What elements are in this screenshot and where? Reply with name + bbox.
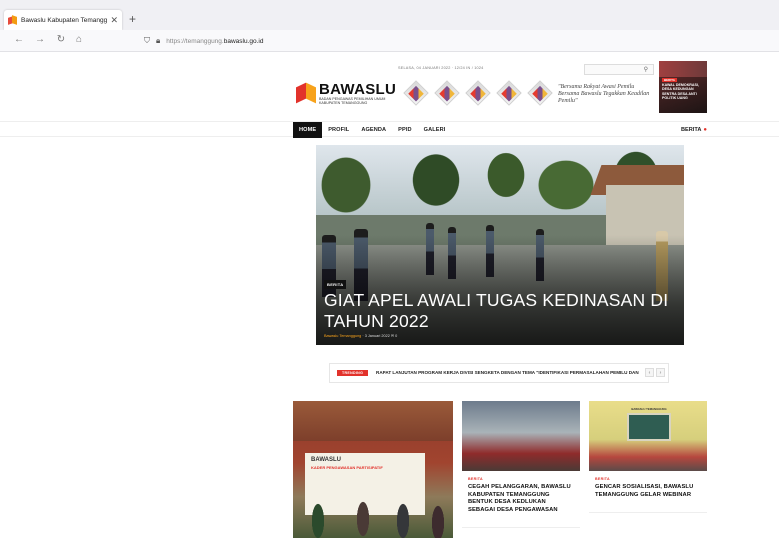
browser-tab[interactable]: Bawaslu Kabupaten Temanggung ✕: [4, 10, 122, 30]
post-category[interactable]: BERITA: [595, 477, 701, 481]
banner-subtitle: KADER PENGAWASAN PARTISIPATIF: [311, 465, 383, 470]
site-logo[interactable]: BAWASLU BADAN PENGAWAS PEMILIHAN UMUM KA…: [296, 80, 396, 106]
post-thumbnail[interactable]: BAWASLU TEMANGGUNG: [589, 401, 707, 471]
hero-meta: Bawaslu Temanggung · 3 Januari 2022 ✉ 0: [324, 334, 398, 338]
main-menu: HOME PROFIL AGENDA PPID GALERI: [293, 122, 451, 138]
featured-post-card[interactable]: BAWASLU KADER PENGAWASAN PARTISIPATIF: [293, 401, 453, 538]
menu-item-berita[interactable]: BERITA ●: [681, 122, 707, 138]
lock-icon[interactable]: 🔒︎: [156, 36, 160, 46]
bawaslu-favicon-icon: [8, 16, 17, 25]
plus-icon[interactable]: +: [129, 12, 136, 26]
hero-comments: 0: [395, 334, 398, 338]
date-line: SELASA, 04 JANUARI 2022 · 12/24 IN / 102…: [398, 66, 484, 70]
projection-screen: [627, 413, 671, 441]
post-category[interactable]: BERITA: [468, 477, 574, 481]
banner-title: BAWASLU: [311, 457, 341, 463]
post-card[interactable]: BERITA CEGAH PELANGGARAN, BAWASLU KABUPA…: [462, 401, 580, 528]
diamond-icon: [403, 80, 429, 106]
diamond-icon: [496, 80, 522, 106]
ad-text: KAWAL DEMOKRASI, DESA KEDUNGAN SENTRA DE…: [662, 83, 699, 100]
browser-toolbar: ← → ↻ ⌂ ⛉ 🔒︎ https://temanggung.bawaslu.…: [0, 30, 779, 52]
post-card[interactable]: BAWASLU TEMANGGUNG BERITA GENCAR SOSIALI…: [589, 401, 707, 513]
trending-ticker: TRENDING RAPAT LANJUTAN PROGRAM KERJA DI…: [329, 363, 669, 383]
arrow-left-icon[interactable]: ←: [12, 34, 26, 45]
address-bar[interactable]: ⛉ 🔒︎ https://temanggung.bawaslu.go.id: [144, 33, 779, 49]
tab-title: Bawaslu Kabupaten Temanggung: [21, 16, 108, 24]
url-text[interactable]: https://temanggung.bawaslu.go.id: [166, 38, 263, 45]
chevron-right-icon[interactable]: ›: [656, 368, 665, 377]
header-illustration: [401, 80, 559, 108]
screen-caption: BAWASLU TEMANGGUNG: [631, 407, 667, 411]
menu-item-ppid[interactable]: PPID: [392, 122, 417, 138]
post-title[interactable]: CEGAH PELANGGARAN, BAWASLU KABUPATEN TEM…: [468, 484, 574, 514]
home-icon[interactable]: ⌂: [72, 34, 86, 45]
menu-item-agenda[interactable]: AGENDA: [355, 122, 392, 138]
reload-icon[interactable]: ↻: [54, 34, 68, 45]
diamond-icon: [434, 80, 460, 106]
trending-headline[interactable]: RAPAT LANJUTAN PROGRAM KERJA DIVISI SENG…: [376, 370, 639, 375]
arrow-right-icon[interactable]: →: [33, 34, 47, 45]
close-icon[interactable]: ✕: [110, 15, 118, 26]
menu-item-galeri[interactable]: GALERI: [418, 122, 452, 138]
browser-tab-bar: Bawaslu Kabupaten Temanggung ✕ +: [0, 0, 779, 30]
ad-badge: BERITA: [662, 78, 677, 82]
header-ad-banner[interactable]: BERITA KAWAL DEMOKRASI, DESA KEDUNGAN SE…: [659, 61, 707, 113]
post-title[interactable]: GENCAR SOSIALISASI, BAWASLU TEMANGGUNG G…: [595, 484, 701, 499]
dot-icon: ●: [703, 127, 708, 133]
search-input[interactable]: ⚲: [584, 64, 654, 75]
search-icon[interactable]: ⚲: [644, 66, 648, 73]
menu-item-profil[interactable]: PROFIL: [322, 122, 355, 138]
diamond-icon: [465, 80, 491, 106]
diamond-icon: [527, 80, 553, 106]
bawaslu-logo-icon: [296, 82, 316, 104]
hero-title[interactable]: GIAT APEL AWALI TUGAS KEDINASAN DI TAHUN…: [324, 290, 674, 332]
shield-icon[interactable]: ⛉: [144, 36, 150, 46]
chevron-left-icon[interactable]: ‹: [645, 368, 654, 377]
hero-post[interactable]: BERITA GIAT APEL AWALI TUGAS KEDINASAN D…: [316, 145, 684, 345]
hero-date: 3 Januari 2022: [364, 334, 390, 338]
header-tagline: "Bersama Rakyat Awasi Pemilu Bersama Baw…: [558, 84, 650, 104]
hero-author[interactable]: Bawaslu Temanggung: [324, 334, 361, 338]
hero-category-badge[interactable]: BERITA: [324, 280, 347, 289]
logo-subtitle: BADAN PENGAWAS PEMILIHAN UMUM KABUPATEN …: [319, 97, 386, 106]
trending-badge: TRENDING: [337, 370, 369, 376]
event-photo: [293, 481, 453, 538]
logo-name: BAWASLU: [319, 81, 397, 98]
post-thumbnail[interactable]: [462, 401, 580, 471]
menu-item-home[interactable]: HOME: [293, 122, 323, 138]
